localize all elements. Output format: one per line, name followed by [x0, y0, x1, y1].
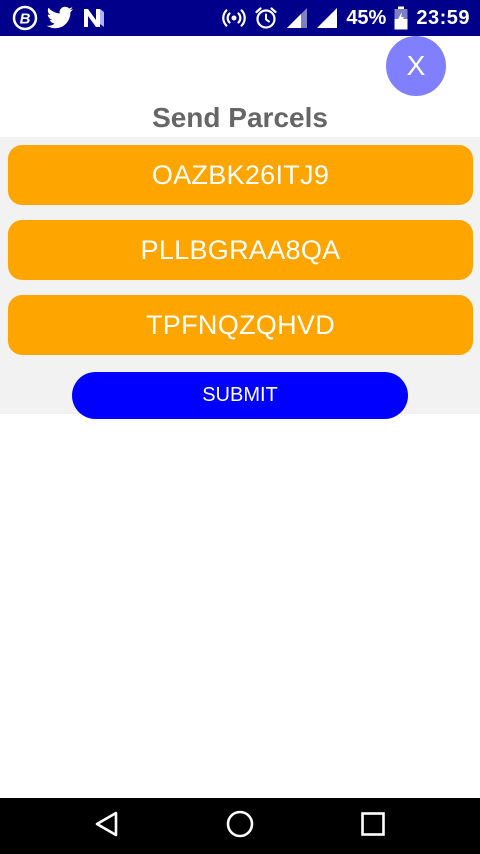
- svg-text:B: B: [20, 11, 31, 28]
- parcel-code-button-1[interactable]: OAZBK26ITJ9: [8, 145, 473, 205]
- back-icon: [93, 810, 121, 843]
- recents-icon: [359, 810, 387, 843]
- n-app-icon: [82, 7, 106, 29]
- parcels-panel: OAZBK26ITJ9 PLLBGRAA8QA TPFNQZQHVD SUBMI…: [0, 137, 480, 419]
- close-button[interactable]: X: [386, 36, 446, 96]
- home-button[interactable]: [220, 808, 260, 844]
- signal-icon: [316, 7, 338, 29]
- submit-button[interactable]: SUBMIT: [72, 372, 408, 419]
- twitter-icon: [46, 6, 74, 30]
- battery-icon: [394, 6, 408, 30]
- system-status: 45% 23:59: [222, 5, 470, 31]
- hotspot-icon: [222, 6, 247, 30]
- battery-percent: 45%: [346, 7, 387, 29]
- app-screen: B 45% 23:59 X Send Parcels OAZBK26ITJ9 P…: [0, 0, 480, 854]
- back-button[interactable]: [87, 808, 127, 844]
- alarm-icon: [254, 6, 278, 30]
- navigation-bar: [0, 798, 480, 854]
- status-bar: B 45% 23:59: [0, 0, 480, 36]
- parcel-code-button-3[interactable]: TPFNQZQHVD: [8, 295, 473, 355]
- recents-button[interactable]: [353, 808, 393, 844]
- parcel-code-button-2[interactable]: PLLBGRAA8QA: [8, 220, 473, 280]
- signal-icon: [286, 7, 308, 29]
- clock: 23:59: [416, 7, 470, 29]
- bitcoin-icon: B: [12, 5, 38, 31]
- home-icon: [225, 809, 255, 844]
- page-title: Send Parcels: [152, 102, 328, 133]
- notification-icons: B: [12, 5, 106, 31]
